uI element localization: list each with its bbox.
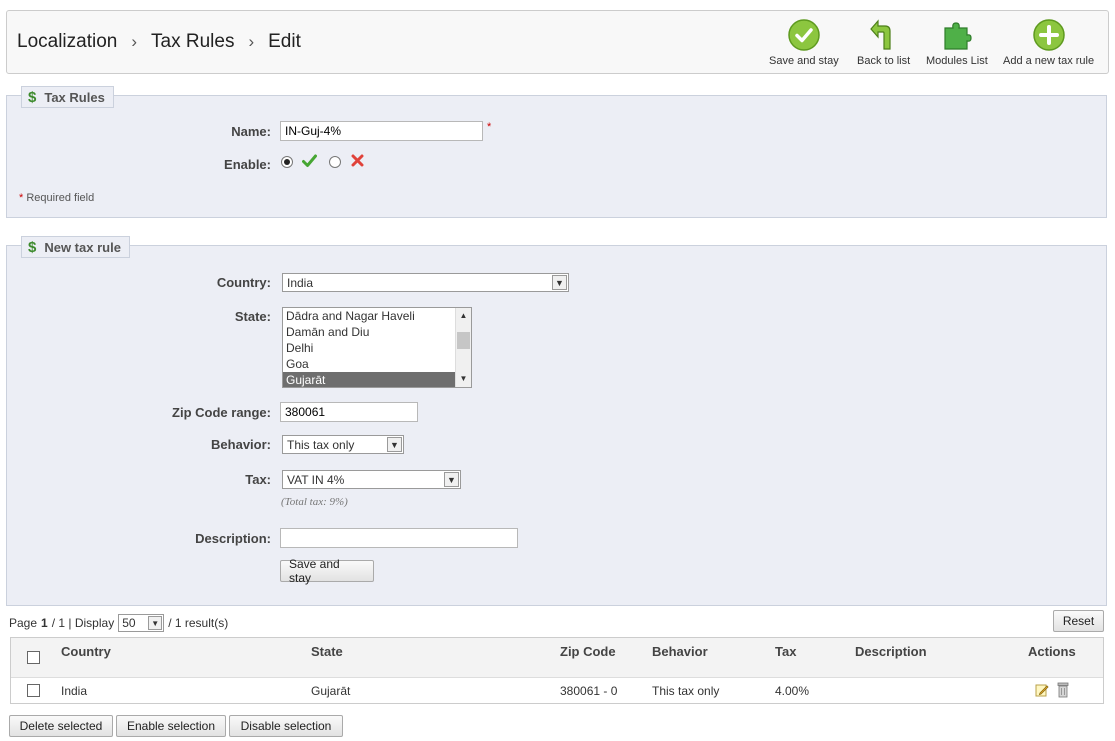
column-header-state: State xyxy=(311,644,343,659)
state-list-scrollbar[interactable]: ▲ ▼ xyxy=(455,308,471,387)
behavior-label: Behavior: xyxy=(211,437,271,452)
pagination-bar: Page 1 / 1 | Display 50 ▼ / 1 result(s) xyxy=(9,614,228,632)
required-note-text: Required field xyxy=(26,192,95,204)
breadcrumb-separator-icon: › xyxy=(248,32,255,51)
tax-select[interactable]: VAT IN 4% ▼ xyxy=(282,470,461,489)
save-and-stay-toolbar-button[interactable]: Save and stay xyxy=(769,19,839,67)
state-option[interactable]: Goa xyxy=(283,356,471,372)
breadcrumb-item-localization[interactable]: Localization xyxy=(17,31,117,53)
state-option-selected[interactable]: Gujarāt xyxy=(283,372,471,387)
delete-selected-button[interactable]: Delete selected xyxy=(9,715,113,737)
breadcrumb-item-tax-rules[interactable]: Tax Rules xyxy=(151,31,234,53)
zip-code-input[interactable] xyxy=(280,402,418,422)
country-label: Country: xyxy=(216,275,271,290)
breadcrumb-item-edit: Edit xyxy=(268,31,301,52)
checkmark-circle-icon xyxy=(788,19,820,51)
required-star: * xyxy=(487,121,492,133)
column-header-country: Country xyxy=(61,644,111,659)
tax-label: Tax: xyxy=(245,472,271,487)
country-select[interactable]: India ▼ xyxy=(282,273,569,292)
tax-rules-legend-title: Tax Rules xyxy=(44,89,105,105)
tax-rules-fieldset: $ Tax Rules Name: * Enable: * Required f… xyxy=(6,86,1107,218)
column-header-zip-code: Zip Code xyxy=(560,644,616,659)
modules-list-button[interactable]: Modules List xyxy=(926,19,988,67)
add-new-tax-rule-button[interactable]: Add a new tax rule xyxy=(1003,19,1094,67)
results-count: / 1 result(s) xyxy=(168,616,229,630)
save-and-stay-button[interactable]: Save and stay xyxy=(280,557,374,585)
country-select-value: India xyxy=(287,275,314,290)
state-option[interactable]: Dādra and Nagar Haveli xyxy=(283,308,471,324)
disable-selection-button[interactable]: Disable selection xyxy=(229,715,343,737)
breadcrumb-separator-icon: › xyxy=(131,32,138,51)
state-multiselect[interactable]: Dādra and Nagar Haveli Damān and Diu Del… xyxy=(282,307,472,388)
state-label: State: xyxy=(234,309,271,324)
scroll-down-icon[interactable]: ▼ xyxy=(456,372,471,386)
modules-list-label: Modules List xyxy=(926,55,988,67)
plus-circle-icon xyxy=(1032,19,1065,51)
page-prefix: Page xyxy=(9,616,38,630)
cell-tax: 4.00% xyxy=(775,684,810,698)
breadcrumb: Localization › Tax Rules › Edit xyxy=(17,31,301,53)
description-input[interactable] xyxy=(280,528,518,548)
cell-state: Gujarāt xyxy=(311,684,351,698)
column-header-tax: Tax xyxy=(775,644,797,659)
cell-country: India xyxy=(61,684,88,698)
column-header-behavior: Behavior xyxy=(652,644,708,659)
enable-yes-radio[interactable] xyxy=(281,156,293,168)
chevron-down-icon: ▼ xyxy=(444,472,459,487)
edit-pencil-icon[interactable] xyxy=(1035,683,1049,697)
zip-code-range-label: Zip Code range: xyxy=(172,405,271,420)
table-header: Country State Zip Code Behavior Tax Desc… xyxy=(11,638,1103,678)
tax-rules-table: Country State Zip Code Behavior Tax Desc… xyxy=(10,637,1104,704)
name-input[interactable] xyxy=(280,121,483,141)
column-header-description: Description xyxy=(855,644,927,659)
tax-select-value: VAT IN 4% xyxy=(287,472,345,487)
page-rest: / 1 | Display xyxy=(51,616,115,630)
total-tax-note: (Total tax: 9%) xyxy=(281,496,348,508)
description-label: Description: xyxy=(195,531,271,546)
page-current: 1 xyxy=(41,616,48,630)
required-note-star: * xyxy=(19,192,24,204)
chevron-down-icon: ▼ xyxy=(148,616,163,630)
name-label: Name: xyxy=(231,124,271,139)
select-all-checkbox[interactable] xyxy=(27,651,40,664)
state-option[interactable]: Damān and Diu xyxy=(283,324,471,340)
enable-label: Enable: xyxy=(224,157,271,172)
state-option[interactable]: Delhi xyxy=(283,340,471,356)
dollar-icon: $ xyxy=(28,88,37,106)
column-header-actions: Actions xyxy=(1028,644,1076,659)
back-arrow-icon xyxy=(869,19,891,50)
chevron-down-icon: ▼ xyxy=(552,275,567,290)
new-tax-rule-legend: $ New tax rule xyxy=(21,236,130,258)
add-new-tax-rule-label: Add a new tax rule xyxy=(1003,55,1095,67)
cell-behavior: This tax only xyxy=(652,684,720,698)
tax-rules-legend: $ Tax Rules xyxy=(21,86,114,108)
per-page-value: 50 xyxy=(122,616,136,630)
cell-zip-code: 380061 - 0 xyxy=(560,684,618,698)
new-tax-rule-legend-title: New tax rule xyxy=(44,239,121,255)
page-header-toolbar: Localization › Tax Rules › Edit Save and… xyxy=(6,10,1109,74)
scrollbar-thumb[interactable] xyxy=(457,332,470,349)
dollar-icon: $ xyxy=(28,238,37,256)
puzzle-piece-icon xyxy=(944,22,972,50)
enable-selection-button[interactable]: Enable selection xyxy=(116,715,226,737)
required-field-note: * Required field xyxy=(19,192,94,204)
reset-button[interactable]: Reset xyxy=(1053,610,1104,632)
enabled-check-icon xyxy=(302,154,317,167)
delete-trash-icon[interactable] xyxy=(1057,682,1069,698)
enable-no-radio[interactable] xyxy=(329,156,341,168)
behavior-select-value: This tax only xyxy=(287,437,355,452)
save-and-stay-toolbar-label: Save and stay xyxy=(769,55,839,67)
back-to-list-button[interactable]: Back to list xyxy=(857,19,910,67)
behavior-select[interactable]: This tax only ▼ xyxy=(282,435,404,454)
per-page-select[interactable]: 50 ▼ xyxy=(118,614,165,632)
chevron-down-icon: ▼ xyxy=(387,437,402,452)
back-to-list-label: Back to list xyxy=(857,55,911,67)
scroll-up-icon[interactable]: ▲ xyxy=(456,309,471,323)
row-checkbox[interactable] xyxy=(27,684,40,697)
new-tax-rule-fieldset: $ New tax rule Country: India ▼ State: D… xyxy=(6,236,1107,606)
disabled-cross-icon xyxy=(351,154,364,167)
